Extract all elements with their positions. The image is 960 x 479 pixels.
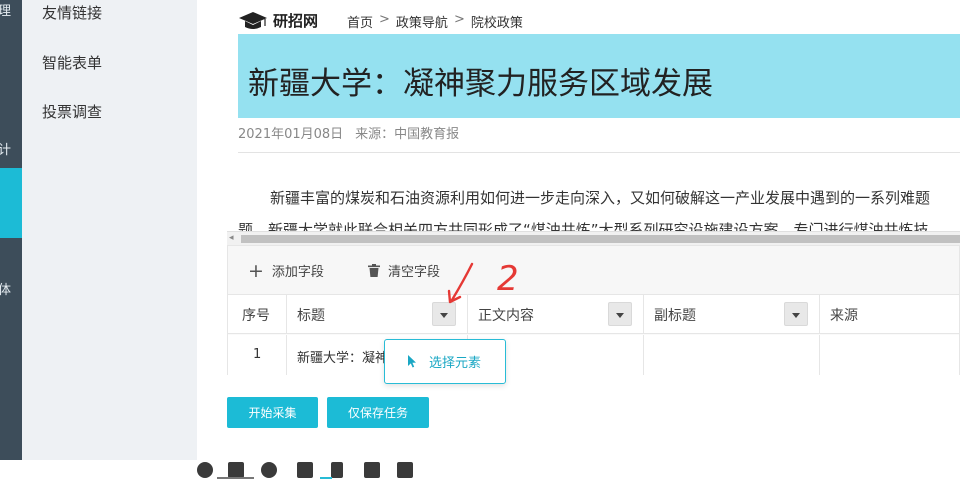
rail-active-item[interactable]	[0, 168, 22, 238]
body-column-dropdown[interactable]	[608, 302, 632, 326]
rail-label-1[interactable]: 理	[0, 0, 22, 19]
preview-horizontal-scrollbar[interactable]: ◂	[227, 231, 960, 245]
submenu-item-smart-form[interactable]: 智能表单	[42, 52, 102, 73]
table-row: 1 新疆大学：凝神	[228, 335, 959, 375]
column-header-index: 序号	[228, 295, 287, 334]
select-element-label: 选择元素	[429, 356, 482, 371]
taskbar-bar-icon[interactable]	[331, 462, 343, 478]
article-paragraph: 新疆丰富的煤炭和石油资源利用如何进一步走向深入，又如何破解这一产业发展中遇到的一…	[270, 189, 931, 207]
column-header-title: 标题	[287, 295, 468, 334]
field-editor: + 添加字段 清空字段 序号 标题 正文内容 副标题 来源 1 新疆大学：凝神	[227, 245, 960, 375]
scrollbar-thumb[interactable]	[241, 235, 960, 243]
table-header: 序号 标题 正文内容 副标题 来源	[228, 295, 959, 334]
left-rail: 理 计 体	[0, 0, 22, 460]
article-title: 新疆大学：凝神聚力服务区域发展	[248, 66, 713, 102]
breadcrumb-home[interactable]: 首页	[347, 12, 373, 31]
breadcrumb-policy-nav[interactable]: 政策导航	[396, 12, 448, 31]
scroll-left-icon[interactable]: ◂	[229, 233, 234, 243]
article-date: 2021年01月08日	[238, 127, 344, 142]
graduation-cap-icon	[239, 11, 267, 29]
rail-label-3[interactable]: 体	[0, 279, 22, 298]
column-header-body: 正文内容	[468, 295, 644, 334]
breadcrumb-school-policy[interactable]: 院校政策	[471, 12, 523, 31]
article-source: 来源：中国教育报	[355, 127, 460, 142]
submenu-item-vote-survey[interactable]: 投票调查	[42, 101, 102, 122]
breadcrumb: 首页 > 政策导航 > 院校政策	[347, 12, 523, 31]
breadcrumb-separator: >	[379, 12, 390, 27]
page-preview[interactable]: 研招网 首页 > 政策导航 > 院校政策 新疆大学：凝神聚力服务区域发展 202…	[227, 0, 960, 235]
taskbar-grid-icon[interactable]	[297, 462, 313, 478]
select-element-button[interactable]: 选择元素	[384, 339, 506, 384]
taskbar-image-icon[interactable]	[364, 462, 380, 478]
rail-label-2[interactable]: 计	[0, 139, 22, 158]
site-logo[interactable]: 研招网	[237, 10, 318, 31]
plus-icon: +	[248, 259, 264, 282]
taskbar-scissors-icon[interactable]	[261, 462, 277, 478]
cell-source[interactable]	[820, 335, 960, 375]
article-title-highlight[interactable]: 新疆大学：凝神聚力服务区域发展	[238, 34, 960, 118]
cell-index: 1	[228, 335, 287, 375]
subtitle-column-dropdown[interactable]	[784, 302, 808, 326]
save-task-button[interactable]: 仅保存任务	[327, 397, 429, 428]
column-header-source: 来源	[830, 308, 858, 324]
trash-icon	[368, 264, 380, 277]
main-panel: 研招网 首页 > 政策导航 > 院校政策 新疆大学：凝神聚力服务区域发展 202…	[197, 0, 960, 460]
taskbar-app-icon[interactable]	[397, 462, 413, 478]
cell-subtitle[interactable]	[644, 335, 820, 375]
add-field-label: 添加字段	[271, 265, 324, 280]
divider	[238, 152, 960, 153]
start-collect-button[interactable]: 开始采集	[227, 397, 318, 428]
taskbar-circle-icon[interactable]	[197, 462, 213, 478]
submenu-item-friend-links[interactable]: 友情链接	[42, 2, 102, 23]
annotation-number: 2	[497, 259, 519, 299]
column-header-subtitle: 副标题	[644, 295, 820, 334]
add-field-button[interactable]: + 添加字段	[248, 261, 324, 280]
taskbar-window-icon[interactable]	[228, 462, 244, 478]
clear-fields-label: 清空字段	[388, 265, 441, 280]
article-meta: 2021年01月08日 来源：中国教育报	[238, 123, 459, 142]
submenu: 友情链接 智能表单 投票调查	[22, 0, 197, 460]
breadcrumb-separator: >	[453, 12, 465, 27]
field-toolbar: + 添加字段 清空字段	[228, 246, 959, 295]
site-name: 研招网	[273, 12, 319, 30]
annotation-arrow-icon	[447, 262, 474, 304]
bottom-taskbar	[0, 460, 960, 479]
clear-fields-button[interactable]: 清空字段	[368, 261, 440, 280]
cursor-icon	[408, 355, 416, 368]
